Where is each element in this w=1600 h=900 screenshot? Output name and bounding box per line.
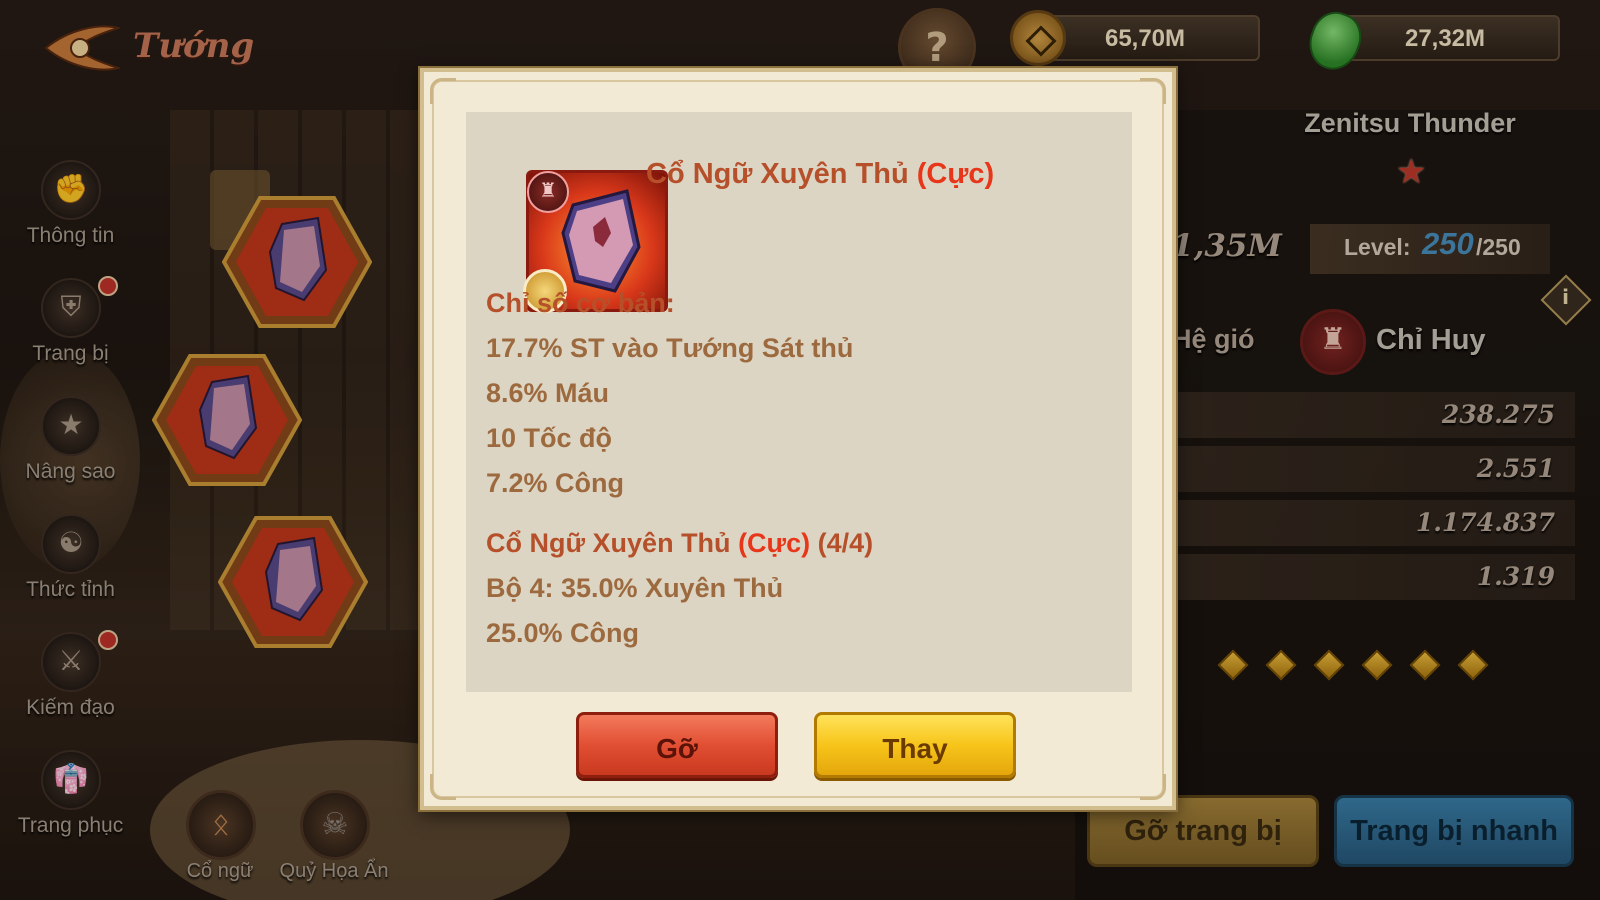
base-stat-line: 7.2% Công: [486, 468, 625, 498]
base-stat-line: 17.7% ST vào Tướng Sát thủ: [486, 333, 854, 363]
remove-button[interactable]: Gỡ: [576, 712, 778, 778]
frame-corner: [1140, 774, 1166, 800]
base-stat-line: 10 Tốc độ: [486, 423, 613, 453]
set-bonus-line: 25.0% Công: [486, 618, 640, 648]
set-bonus-line: Bộ 4: 35.0% Xuyên Thủ: [486, 573, 784, 603]
rune-stone-icon: [553, 187, 649, 303]
frame-corner: [1140, 78, 1166, 104]
set-count: (4/4): [817, 528, 874, 558]
commander-class-icon: ♜: [527, 171, 569, 213]
frame-corner: [430, 774, 456, 800]
frame-corner: [430, 78, 456, 104]
item-name: Cổ Ngữ Xuyên Thủ (Cực): [646, 158, 995, 190]
rarity-label: (Cực): [916, 158, 995, 190]
rarity-label: (Cực): [738, 528, 811, 558]
set-title: Cổ Ngữ Xuyên Thủ (Cực) (4/4): [486, 528, 874, 558]
replace-button[interactable]: Thay: [814, 712, 1016, 778]
base-stat-line: 8.6% Máu: [486, 378, 610, 408]
base-stats-title: Chỉ số cơ bản:: [486, 288, 675, 318]
